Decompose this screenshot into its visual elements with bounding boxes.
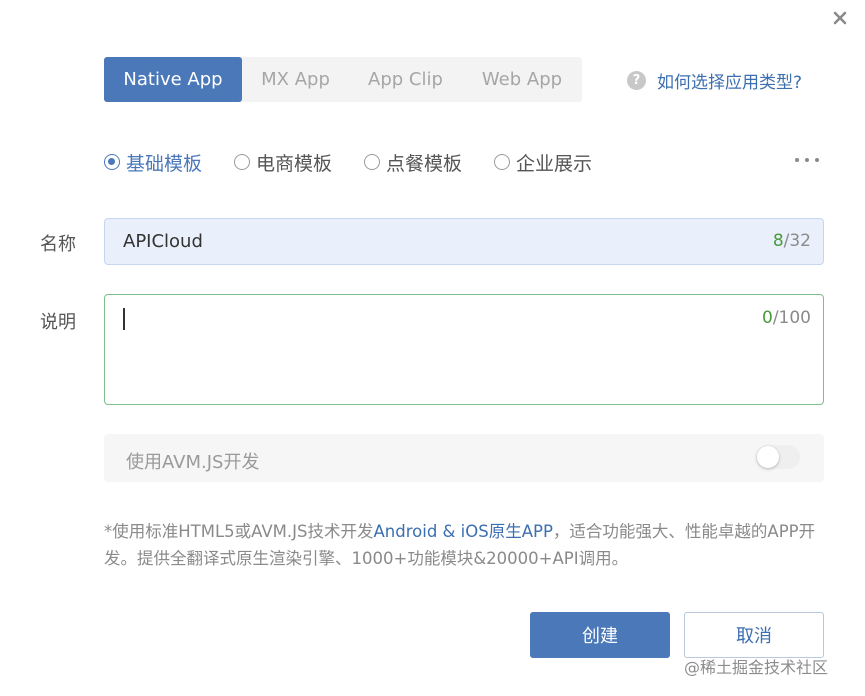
tab-app-clip[interactable]: App Clip [349, 57, 462, 102]
radio-unchecked-icon[interactable] [494, 154, 511, 170]
help-app-type-link[interactable]: ? 如何选择应用类型? [627, 67, 802, 93]
create-app-dialog: Native App MX App App Clip Web App ? 如何选… [0, 0, 865, 696]
radio-label[interactable]: 企业展示 [516, 149, 592, 176]
app-type-tabs: Native App MX App App Clip Web App [104, 57, 582, 102]
description-label: 说明 [40, 312, 76, 333]
template-radio-group: 基础模板 电商模板 点餐模板 企业展示 [104, 146, 624, 178]
avm-label: 使用AVM.JS开发 [126, 452, 260, 473]
app-type-description: *使用标准HTML5或AVM.JS技术开发Android & iOS原生APP，… [104, 522, 816, 568]
radio-label[interactable]: 点餐模板 [386, 149, 462, 176]
name-input[interactable]: APICloud 8/32 [104, 218, 824, 265]
name-char-counter: 8/32 [772, 231, 811, 251]
radio-unchecked-icon[interactable] [234, 154, 251, 170]
radio-ecommerce-template[interactable]: 电商模板 [234, 149, 332, 176]
avm-option-row: 使用AVM.JS开发 [104, 434, 824, 482]
name-label: 名称 [40, 234, 76, 255]
radio-basic-template[interactable]: 基础模板 [104, 149, 202, 176]
question-icon: ? [627, 70, 646, 90]
more-horizontal-icon [795, 158, 799, 162]
more-templates-button[interactable] [795, 152, 819, 168]
cancel-button[interactable]: 取消 [684, 612, 824, 658]
description-char-counter: 0/100 [761, 308, 811, 328]
help-link-text[interactable]: 如何选择应用类型? [657, 68, 802, 93]
radio-checked-icon[interactable] [104, 154, 120, 170]
radio-ordering-template[interactable]: 点餐模板 [364, 149, 462, 176]
create-button[interactable]: 创建 [530, 612, 670, 658]
close-icon[interactable] [833, 11, 847, 25]
description-textarea[interactable]: 0/100 [104, 294, 824, 405]
avm-toggle[interactable] [756, 445, 800, 469]
tab-mx-app[interactable]: MX App [242, 57, 349, 102]
name-input-value[interactable]: APICloud [123, 231, 203, 252]
text-caret [123, 308, 125, 330]
radio-unchecked-icon[interactable] [364, 154, 381, 170]
radio-enterprise-template[interactable]: 企业展示 [494, 149, 592, 176]
tab-native-app[interactable]: Native App [104, 57, 242, 102]
radio-label[interactable]: 基础模板 [126, 149, 202, 176]
radio-label[interactable]: 电商模板 [256, 149, 332, 176]
tab-web-app[interactable]: Web App [462, 57, 582, 102]
toggle-knob[interactable] [757, 446, 779, 468]
close-button[interactable] [828, 6, 852, 30]
watermark: @稀土掘金技术社区 [684, 658, 829, 677]
